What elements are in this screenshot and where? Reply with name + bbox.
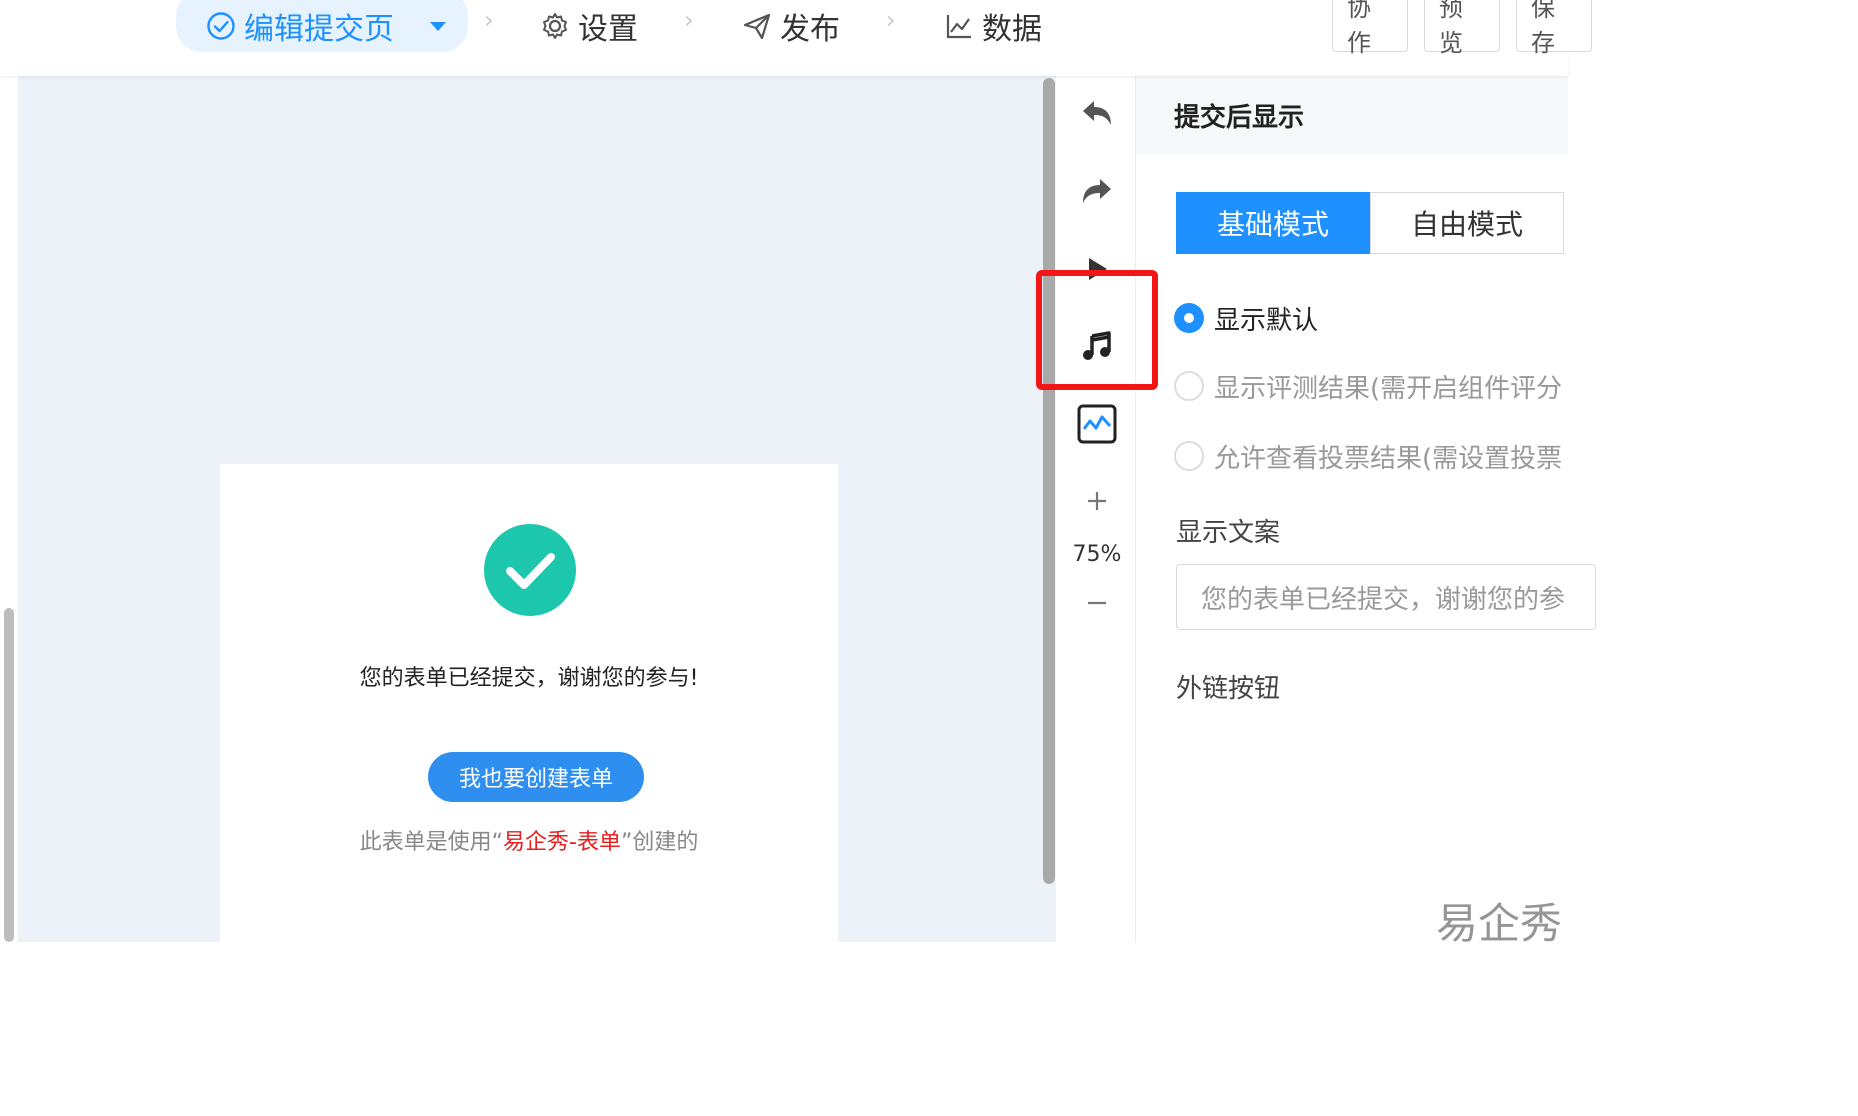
step-label: 数据 (982, 12, 1042, 47)
step-data[interactable]: 数据 (944, 0, 1042, 52)
panel-title: 提交后显示 (1136, 76, 1568, 154)
highlight-box (1036, 270, 1158, 390)
copy-label: 显示文案 (1176, 518, 1281, 548)
submit-page-preview: 您的表单已经提交，谢谢您的参与! 我也要创建表单 此表单是使用“易企秀-表单”创… (220, 464, 838, 942)
analytics-icon[interactable] (1058, 404, 1136, 444)
copy-input[interactable]: 您的表单已经提交，谢谢您的参 (1176, 564, 1596, 630)
zoom-in-icon[interactable] (1058, 486, 1136, 516)
collaborate-button[interactable]: 协作 (1332, 0, 1408, 57)
radio-disabled[interactable] (1174, 441, 1204, 471)
option-label: 允许查看投票结果(需设置投票 (1214, 443, 1563, 474)
option-view-votes[interactable]: 允许查看投票结果(需设置投票 (1174, 436, 1562, 476)
footer-suffix: ”创建的 (620, 830, 699, 855)
success-check-icon (484, 524, 576, 616)
submitted-message: 您的表单已经提交，谢谢您的参与! (359, 666, 699, 691)
top-navigation: 编辑提交页 › 设置 › 发布 › 数据 协作 预览 保存 (0, 0, 1592, 76)
create-form-button[interactable]: 我也要创建表单 (428, 752, 644, 802)
step-label: 发布 (780, 12, 840, 47)
settings-panel: 提交后显示 基础模式 自由模式 显示默认 显示评测结果(需开启组件评分 允许查看… (1136, 76, 1596, 942)
undo-icon[interactable] (1058, 96, 1136, 132)
redo-icon[interactable] (1058, 174, 1136, 210)
step-settings[interactable]: 设置 (540, 0, 638, 52)
canvas-scrollbar[interactable] (1043, 78, 1055, 884)
left-scrollbar[interactable] (4, 608, 14, 942)
check-circle-icon (207, 12, 235, 40)
chart-icon (946, 15, 971, 39)
gear-icon (543, 13, 567, 39)
footer-prefix: 此表单是使用“ (359, 830, 504, 855)
send-icon (743, 13, 771, 40)
chevron-right-icon: › (484, 6, 494, 34)
tab-basic-mode[interactable]: 基础模式 (1176, 192, 1370, 254)
radio-disabled[interactable] (1174, 371, 1204, 401)
preview-button[interactable]: 预览 (1424, 0, 1500, 57)
link-button-label: 外链按钮 (1176, 674, 1281, 704)
step-label: 编辑提交页 (244, 12, 394, 47)
step-label: 设置 (578, 12, 638, 47)
chevron-right-icon: › (886, 6, 896, 34)
zoom-out-icon[interactable] (1058, 588, 1136, 618)
step-publish[interactable]: 发布 (742, 0, 840, 52)
brand-link[interactable]: 易企秀-表单 (503, 830, 621, 855)
option-label: 显示评测结果(需开启组件评分 (1214, 373, 1563, 404)
radio-selected[interactable] (1174, 303, 1204, 333)
footer-note: 此表单是使用“易企秀-表单”创建的 (220, 824, 838, 856)
save-button[interactable]: 保存 (1516, 0, 1592, 57)
editor-toolbar: 75% (1058, 76, 1136, 942)
option-show-result[interactable]: 显示评测结果(需开启组件评分 (1174, 366, 1562, 406)
watermark: 易企秀 (1436, 899, 1563, 948)
chevron-right-icon: › (684, 6, 694, 34)
option-show-default[interactable]: 显示默认 (1174, 298, 1318, 338)
zoom-level: 75% (1072, 541, 1122, 567)
chevron-down-icon[interactable] (430, 21, 446, 31)
step-edit-submit-page[interactable]: 编辑提交页 (176, 0, 468, 52)
tab-free-mode[interactable]: 自由模式 (1370, 192, 1564, 254)
option-label: 显示默认 (1214, 305, 1319, 336)
